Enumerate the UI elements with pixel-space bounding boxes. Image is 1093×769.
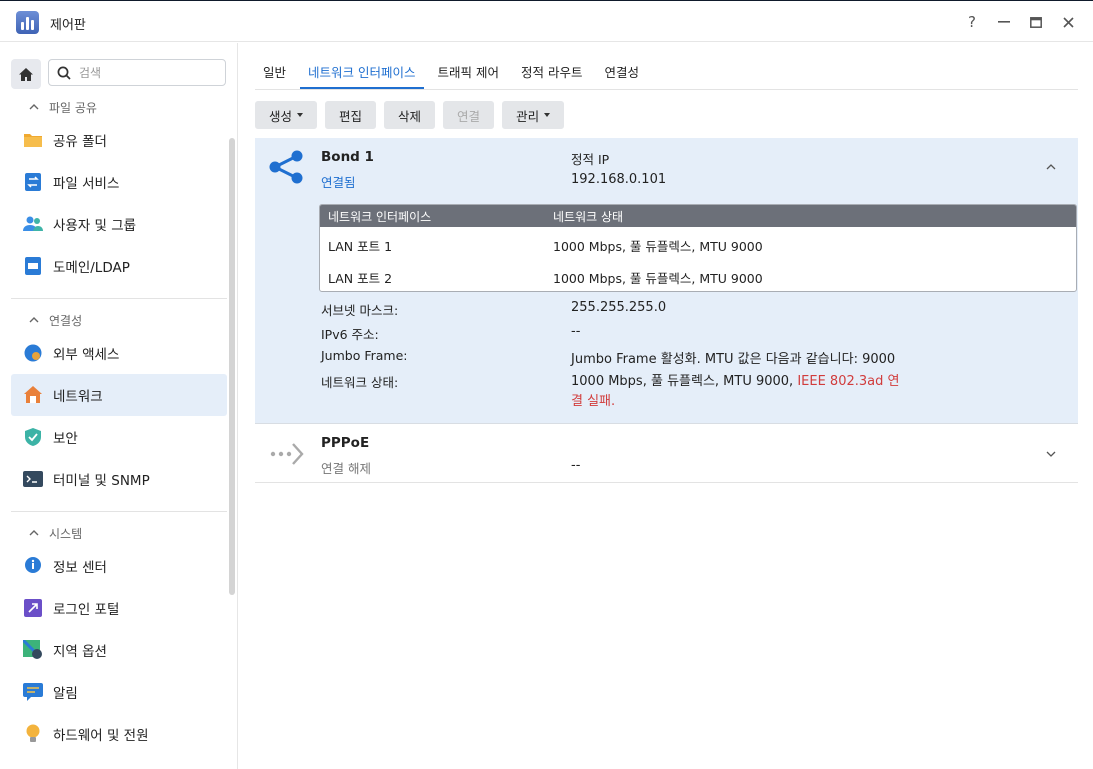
- toolbar: 생성 편집 삭제 연결 관리: [255, 101, 565, 129]
- interface-card-pppoe[interactable]: PPPoE 연결 해제 --: [255, 424, 1078, 483]
- create-button[interactable]: 생성: [255, 101, 318, 129]
- chevron-up-icon: [29, 104, 39, 110]
- edit-button[interactable]: 편집: [325, 101, 377, 129]
- tab-general[interactable]: 일반: [255, 59, 294, 89]
- close-icon[interactable]: [1057, 11, 1079, 33]
- manage-button[interactable]: 관리: [502, 101, 565, 129]
- sidebar-item-network[interactable]: 네트워크: [11, 374, 227, 416]
- detail-label: IPv6 주소:: [321, 327, 379, 342]
- sidebar-item-info-center[interactable]: 정보 센터: [11, 545, 227, 587]
- sidebar-divider: [11, 298, 227, 299]
- control-panel-window: 제어판 ? 검색 파일 공유 공유 폴더 파일 서비스 사용자 및 그룹 도메인…: [0, 0, 1093, 769]
- pppoe-disconnected-icon: [270, 443, 304, 465]
- detail-value: 255.255.255.0: [571, 300, 667, 315]
- home-button[interactable]: [11, 59, 41, 89]
- terminal-icon: [23, 469, 43, 489]
- caret-down-icon: [544, 113, 551, 117]
- chat-icon: [23, 682, 43, 702]
- title-bar: 제어판 ?: [0, 1, 1093, 42]
- interface-card-bond1[interactable]: Bond 1 연결됨 정적 IP 192.168.0.101 네트워크 인터페이…: [255, 138, 1078, 424]
- sidebar-item-regional-options[interactable]: 지역 옵션: [11, 629, 227, 671]
- sidebar-item-hardware-power[interactable]: 하드웨어 및 전원: [11, 713, 227, 755]
- table-header: 네트워크 인터페이스 네트워크 상태: [320, 205, 1076, 227]
- shield-icon: [23, 427, 43, 447]
- domain-icon: [23, 256, 43, 276]
- ip-mode: 정적 IP: [571, 152, 610, 167]
- sidebar-scrollbar[interactable]: [229, 138, 235, 595]
- section-system: 시스템 정보 센터 로그인 포털 지역 옵션 알림 하드웨어 및 전원: [11, 521, 227, 755]
- sidebar-divider: [11, 511, 227, 512]
- caret-down-icon: [297, 113, 304, 117]
- network-home-icon: [23, 385, 43, 405]
- delete-button[interactable]: 삭제: [384, 101, 436, 129]
- tab-network-interface[interactable]: 네트워크 인터페이스: [300, 59, 424, 89]
- sidebar: 검색 파일 공유 공유 폴더 파일 서비스 사용자 및 그룹 도메인/LDAP: [0, 43, 238, 769]
- control-panel-app-icon: [16, 11, 39, 34]
- tab-static-route[interactable]: 정적 라우트: [513, 59, 590, 89]
- home-icon: [19, 67, 33, 81]
- interface-name: PPPoE: [321, 435, 370, 451]
- sidebar-item-notifications[interactable]: 알림: [11, 671, 227, 713]
- maximize-icon[interactable]: [1025, 11, 1047, 33]
- detail-value: --: [571, 324, 581, 339]
- sidebar-item-login-portal[interactable]: 로그인 포털: [11, 587, 227, 629]
- ip-address: 192.168.0.101: [571, 172, 667, 187]
- minimize-icon[interactable]: [993, 11, 1015, 33]
- interface-status: 연결됨: [321, 175, 356, 190]
- folder-icon: [23, 130, 43, 150]
- bond-share-icon: [269, 150, 303, 184]
- bulb-icon: [23, 724, 43, 744]
- sidebar-item-terminal-snmp[interactable]: 터미널 및 SNMP: [11, 458, 227, 500]
- globe-icon: [23, 343, 43, 363]
- sidebar-item-file-services[interactable]: 파일 서비스: [11, 161, 227, 203]
- member-interface-table: 네트워크 인터페이스 네트워크 상태 LAN 포트 1 1000 Mbps, 풀…: [319, 204, 1077, 292]
- section-header-file-sharing[interactable]: 파일 공유: [11, 95, 227, 119]
- tab-traffic-control[interactable]: 트래픽 제어: [430, 59, 507, 89]
- error-text: 결 실패.: [571, 394, 616, 409]
- portal-icon: [23, 598, 43, 618]
- section-connectivity: 연결성 외부 액세스 네트워크 보안 터미널 및 SNMP: [11, 308, 227, 500]
- detail-value-network-status: 1000 Mbps, 풀 듀플렉스, MTU 9000, IEEE 802.3a…: [571, 374, 900, 409]
- connect-button[interactable]: 연결: [443, 101, 495, 129]
- search-placeholder: 검색: [79, 66, 102, 80]
- search-input[interactable]: 검색: [48, 59, 226, 86]
- error-text: IEEE 802.3ad 연: [797, 374, 900, 389]
- chevron-down-icon[interactable]: [1046, 449, 1056, 459]
- window-title: 제어판: [50, 18, 86, 33]
- section-header-system[interactable]: 시스템: [11, 521, 227, 545]
- chevron-up-icon[interactable]: [1046, 162, 1056, 172]
- sidebar-item-external-access[interactable]: 외부 액세스: [11, 332, 227, 374]
- info-icon: [23, 556, 43, 576]
- detail-label: 서브넷 마스크:: [321, 303, 399, 318]
- chevron-up-icon: [29, 317, 39, 323]
- main-panel: 일반 네트워크 인터페이스 트래픽 제어 정적 라우트 연결성 생성 편집 삭제…: [239, 43, 1093, 769]
- detail-label: 네트워크 상태:: [321, 375, 399, 390]
- section-header-connectivity[interactable]: 연결성: [11, 308, 227, 332]
- tab-connectivity[interactable]: 연결성: [596, 59, 647, 89]
- ip-address: --: [571, 458, 581, 473]
- help-icon[interactable]: ?: [961, 11, 983, 33]
- users-icon: [23, 214, 43, 234]
- file-services-icon: [23, 172, 43, 192]
- chevron-up-icon: [29, 530, 39, 536]
- map-icon: [23, 640, 43, 660]
- detail-label: Jumbo Frame:: [321, 348, 408, 363]
- sidebar-item-users-groups[interactable]: 사용자 및 그룹: [11, 203, 227, 245]
- interface-name: Bond 1: [321, 149, 374, 165]
- table-row[interactable]: LAN 포트 1 1000 Mbps, 풀 듀플렉스, MTU 9000: [320, 227, 1076, 259]
- interface-status: 연결 해제: [321, 461, 371, 476]
- tab-bar: 일반 네트워크 인터페이스 트래픽 제어 정적 라우트 연결성: [255, 59, 1078, 90]
- sidebar-item-security[interactable]: 보안: [11, 416, 227, 458]
- table-row[interactable]: LAN 포트 2 1000 Mbps, 풀 듀플렉스, MTU 9000: [320, 259, 1076, 291]
- sidebar-item-shared-folder[interactable]: 공유 폴더: [11, 119, 227, 161]
- section-file-sharing: 파일 공유 공유 폴더 파일 서비스 사용자 및 그룹 도메인/LDAP: [11, 95, 227, 287]
- search-icon: [57, 66, 71, 80]
- sidebar-item-domain-ldap[interactable]: 도메인/LDAP: [11, 245, 227, 287]
- detail-value: Jumbo Frame 활성화. MTU 값은 다음과 같습니다: 9000: [571, 352, 896, 367]
